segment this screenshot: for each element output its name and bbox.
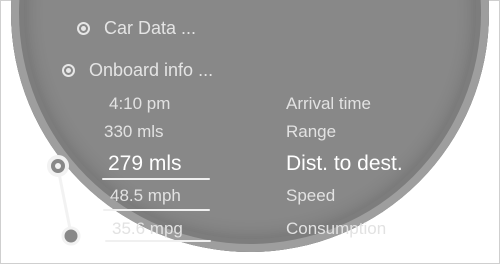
speed-value[interactable]: 48.5 mph (110, 186, 181, 206)
speed-label: Speed (286, 186, 336, 205)
consumption-underline (105, 240, 211, 242)
consumption-value[interactable]: 35.6 mpg (112, 219, 183, 239)
consumption-label: Consumption (286, 219, 387, 238)
menu-item-car-data[interactable]: Car Data ... (77, 18, 196, 39)
dist-to-dest-label: Dist. to dest. (286, 152, 403, 175)
speed-underline (103, 209, 210, 211)
dist-to-dest-value[interactable]: 279 mls (108, 152, 182, 176)
radio-icon (62, 64, 75, 77)
menu-item-onboard-info[interactable]: Onboard info ... (62, 60, 213, 81)
range-label: Range (286, 122, 337, 141)
menu-item-car-data-label: Car Data ... (104, 18, 197, 38)
selection-connector-icon (47, 155, 81, 246)
radio-icon (77, 22, 90, 35)
arrival-time-value: 4:10 pm (109, 94, 171, 113)
menu-item-onboard-info-label: Onboard info ... (89, 60, 214, 80)
selected-underline (102, 178, 210, 180)
arrival-time-label: Arrival time (286, 94, 372, 113)
range-value: 330 mls (104, 122, 164, 141)
